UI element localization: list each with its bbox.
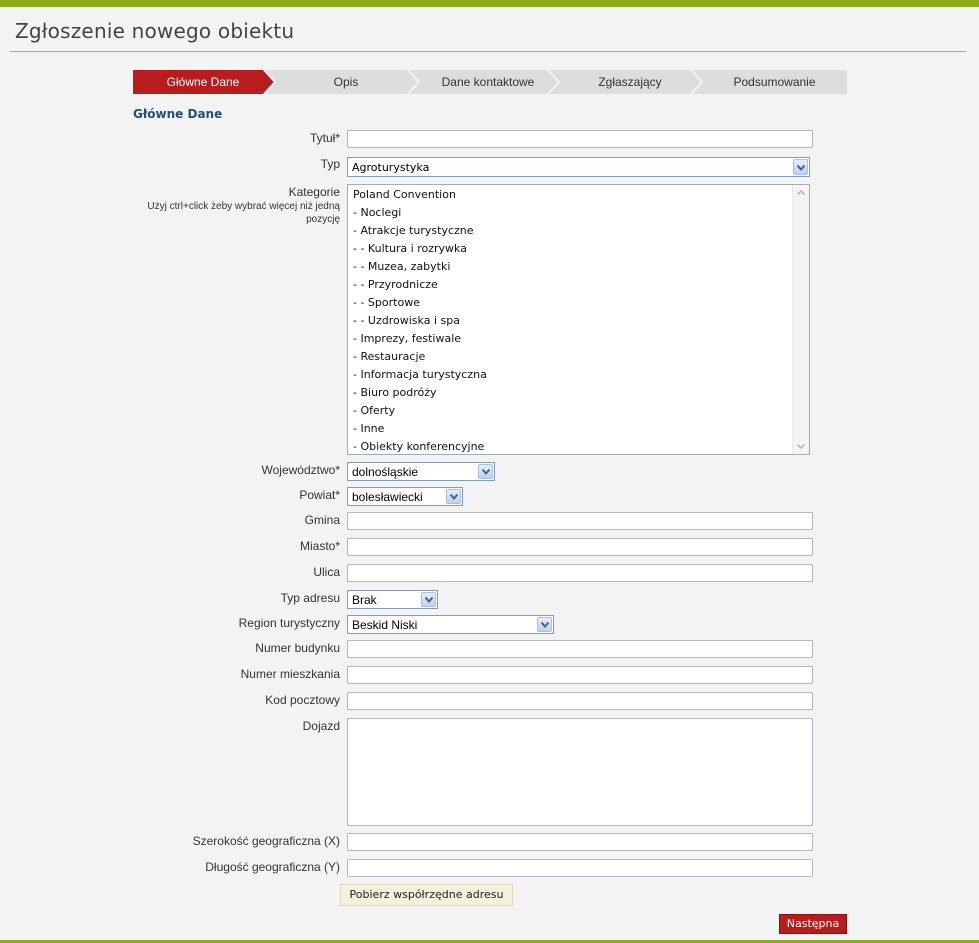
- dlugosc-input[interactable]: [347, 859, 813, 877]
- list-item[interactable]: - - Sportowe: [353, 296, 420, 309]
- section-heading: Główne Dane: [133, 107, 223, 121]
- scroll-down-arrow-icon[interactable]: [794, 439, 808, 453]
- chevron-down-icon[interactable]: [537, 617, 552, 632]
- list-item[interactable]: - - Przyrodnicze: [353, 278, 438, 291]
- region-select-value: Beskid Niski: [352, 618, 418, 632]
- chevron-down-icon[interactable]: [793, 159, 808, 175]
- gmina-label: Gmina: [304, 513, 340, 527]
- list-item[interactable]: - - Kultura i rozrywka: [353, 242, 467, 255]
- typ-adresu-label: Typ adresu: [280, 591, 340, 605]
- list-item[interactable]: - Informacja turystyczna: [353, 368, 487, 381]
- typ-adresu-select-value: Brak: [352, 593, 377, 607]
- get-coordinates-button[interactable]: Pobierz współrzędne adresu: [340, 884, 513, 906]
- next-button[interactable]: Następna: [779, 914, 847, 934]
- tytul-label: Tytuł*: [309, 131, 340, 145]
- powiat-label: Powiat*: [299, 488, 340, 502]
- kategorie-scrollbar[interactable]: [792, 185, 809, 454]
- kategorie-hint: Użyj ctrl+click żeby wybrać więcej niż j…: [147, 201, 340, 225]
- chevron-down-icon[interactable]: [446, 489, 461, 504]
- list-item[interactable]: - Noclegi: [353, 206, 401, 219]
- kod-pocztowy-input[interactable]: [347, 692, 813, 710]
- miasto-label: Miasto*: [299, 539, 340, 553]
- szerokosc-label: Szerokość geograficzna (X): [192, 834, 340, 848]
- title-divider: [10, 51, 966, 52]
- kod-pocztowy-label: Kod pocztowy: [265, 693, 340, 707]
- list-item[interactable]: - Obiekty konferencyjne: [353, 440, 484, 453]
- dojazd-textarea[interactable]: [347, 718, 813, 826]
- typ-adresu-select[interactable]: Brak: [347, 590, 438, 609]
- list-item[interactable]: - Atrakcje turystyczne: [353, 224, 474, 237]
- numer-mieszkania-input[interactable]: [347, 666, 813, 684]
- list-item[interactable]: - - Muzea, zabytki: [353, 260, 450, 273]
- ulica-input[interactable]: [347, 564, 813, 582]
- typ-label: Typ: [320, 157, 340, 171]
- list-item[interactable]: Poland Convention: [353, 188, 456, 201]
- powiat-select-value: bolesławiecki: [352, 490, 423, 504]
- chevron-down-icon[interactable]: [421, 592, 436, 607]
- miasto-input[interactable]: [347, 538, 813, 556]
- dlugosc-label: Długość geograficzna (Y): [205, 860, 340, 874]
- wizard-steps: Główne Dane Opis Dane kontaktowe Zgłasza…: [133, 70, 847, 94]
- list-item[interactable]: - Biuro podróży: [353, 386, 437, 399]
- wojewodztwo-select-value: dolnośląskie: [352, 465, 419, 479]
- region-label: Region turystyczny: [238, 616, 340, 630]
- chevron-down-icon[interactable]: [478, 464, 493, 479]
- step-glowne-dane[interactable]: Główne Dane: [133, 70, 273, 94]
- numer-mieszkania-label: Numer mieszkania: [240, 667, 340, 681]
- list-item[interactable]: - Inne: [353, 422, 384, 435]
- scroll-up-arrow-icon[interactable]: [794, 186, 808, 200]
- step-dane-kontaktowe[interactable]: Dane kontaktowe: [419, 70, 557, 94]
- typ-select-value: Agroturystyka: [352, 161, 430, 174]
- szerokosc-input[interactable]: [347, 833, 813, 851]
- wojewodztwo-label: Województwo*: [261, 463, 340, 477]
- list-item[interactable]: - Oferty: [353, 404, 395, 417]
- region-select[interactable]: Beskid Niski: [347, 615, 554, 634]
- kategorie-listbox[interactable]: Poland Convention - Noclegi - Atrakcje t…: [347, 184, 810, 455]
- numer-budynku-input[interactable]: [347, 640, 813, 658]
- step-podsumowanie[interactable]: Podsumowanie: [702, 70, 847, 94]
- typ-select[interactable]: Agroturystyka: [347, 157, 810, 177]
- step-opis[interactable]: Opis: [275, 70, 417, 94]
- list-item[interactable]: - Imprezy, festiwale: [353, 332, 461, 345]
- tytul-input[interactable]: [347, 130, 813, 148]
- list-item[interactable]: - - Uzdrowiska i spa: [353, 314, 460, 327]
- page-title: Zgłoszenie nowego obiektu: [15, 19, 295, 43]
- powiat-select[interactable]: bolesławiecki: [347, 487, 463, 506]
- step-zglaszajacy[interactable]: Zgłaszający: [559, 70, 701, 94]
- top-accent-bar: [0, 0, 979, 7]
- list-item[interactable]: - Restauracje: [353, 350, 425, 363]
- numer-budynku-label: Numer budynku: [255, 641, 340, 655]
- gmina-input[interactable]: [347, 512, 813, 530]
- kategorie-label: Kategorie: [288, 185, 340, 199]
- dojazd-label: Dojazd: [302, 719, 340, 733]
- wojewodztwo-select[interactable]: dolnośląskie: [347, 462, 495, 481]
- ulica-label: Ulica: [313, 565, 340, 579]
